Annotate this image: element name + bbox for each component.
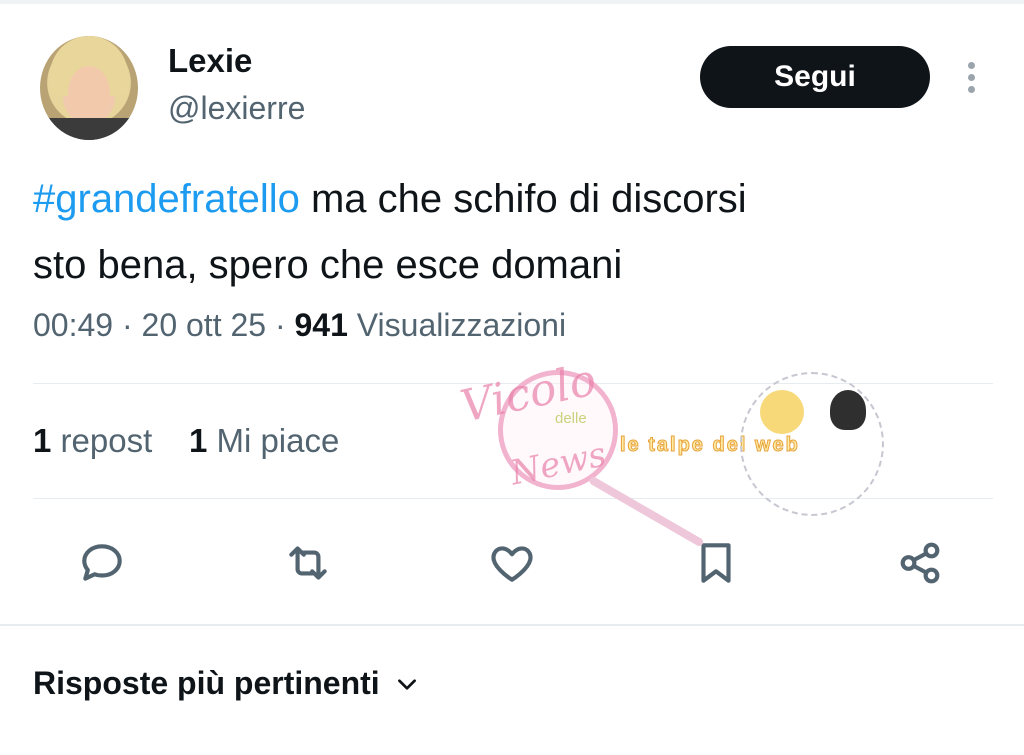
views-label: Visualizzazioni bbox=[356, 307, 567, 343]
watermark-character bbox=[760, 390, 804, 434]
magnifier-icon bbox=[498, 370, 618, 490]
tweet-date[interactable]: 20 ott 25 bbox=[142, 307, 267, 343]
top-divider bbox=[0, 0, 1024, 4]
likes-stat[interactable]: 1 Mi piace bbox=[189, 422, 339, 459]
more-options-icon[interactable] bbox=[958, 58, 984, 102]
author-name[interactable]: Lexie bbox=[168, 42, 252, 80]
tweet-time[interactable]: 00:49 bbox=[33, 307, 113, 343]
likes-label: Mi piace bbox=[216, 422, 340, 459]
replies-sort-dropdown[interactable]: Risposte più pertinenti bbox=[33, 665, 420, 702]
reposts-count: 1 bbox=[33, 422, 52, 459]
share-icon[interactable] bbox=[893, 536, 947, 590]
tweet-text: #grandefratello ma che schifo di discors… bbox=[33, 166, 993, 298]
watermark-text: Vicolo bbox=[456, 354, 601, 433]
tweet-meta: 00:49 · 20 ott 25 · 941 Visualizzazioni bbox=[33, 307, 567, 343]
divider bbox=[33, 383, 993, 384]
reposts-stat[interactable]: 1 repost bbox=[33, 422, 152, 459]
tweet-text-line2: sto bena, spero che esce domani bbox=[33, 243, 623, 287]
avatar-face bbox=[68, 66, 110, 120]
engagement-stats: 1 repost 1 Mi piace bbox=[33, 422, 339, 460]
bookmark-icon[interactable] bbox=[689, 536, 743, 590]
replies-sort-label: Risposte più pertinenti bbox=[33, 665, 380, 701]
avatar-shoulder bbox=[40, 118, 138, 140]
watermark-decoration bbox=[740, 372, 884, 516]
divider bbox=[33, 498, 993, 499]
watermark-text: delle bbox=[555, 410, 587, 427]
watermark-text: News bbox=[506, 434, 610, 494]
author-handle[interactable]: @lexierre bbox=[168, 90, 305, 127]
views-count: 941 bbox=[294, 307, 348, 343]
like-icon[interactable] bbox=[485, 536, 539, 590]
watermark-logo: Vicolo delle News le talpe del web bbox=[440, 354, 890, 548]
reply-icon[interactable] bbox=[75, 536, 129, 590]
repost-icon[interactable] bbox=[281, 536, 335, 590]
avatar[interactable] bbox=[40, 36, 138, 140]
section-divider bbox=[0, 624, 1024, 626]
reposts-label: repost bbox=[60, 422, 153, 459]
hashtag-link[interactable]: #grandefratello bbox=[33, 177, 300, 221]
likes-count: 1 bbox=[188, 422, 208, 459]
tweet-text-line1: ma che schifo di discorsi bbox=[299, 177, 747, 221]
magnifier-handle bbox=[588, 475, 705, 548]
watermark-character bbox=[830, 390, 866, 430]
follow-button[interactable]: Segui bbox=[700, 46, 930, 108]
watermark-text: le talpe del web bbox=[620, 434, 800, 457]
chevron-down-icon bbox=[397, 678, 416, 690]
